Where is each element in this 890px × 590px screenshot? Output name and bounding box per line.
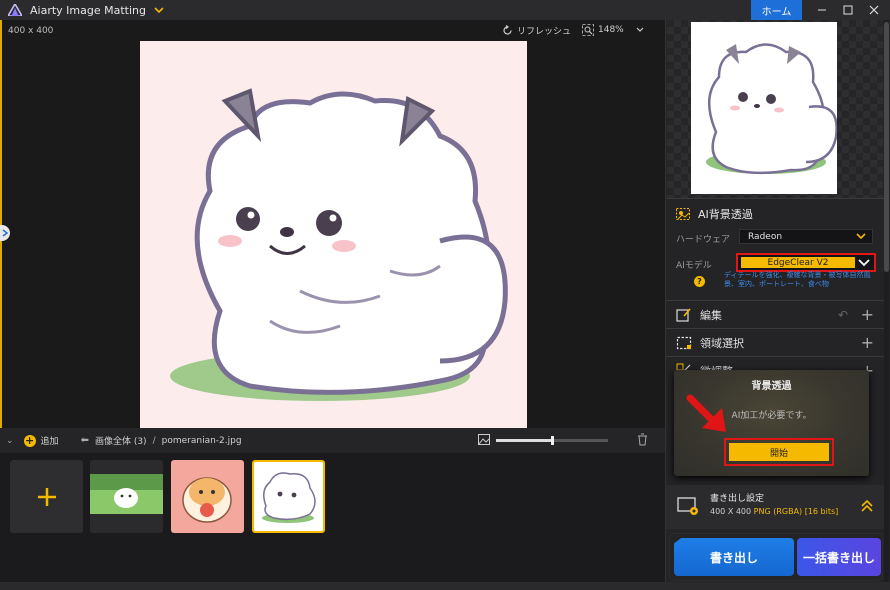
app-title: Aiarty Image Matting — [30, 3, 146, 17]
chevron-up-double-icon[interactable] — [860, 499, 874, 513]
plus-icon — [37, 487, 56, 506]
chevron-down-icon — [636, 27, 644, 32]
image-size-icon — [478, 434, 490, 445]
model-highlight: EdgeClear V2 — [736, 253, 876, 272]
ai-section-title: AI背景透過 — [698, 208, 753, 221]
app-logo-icon — [8, 4, 22, 16]
refresh-icon — [503, 25, 512, 35]
breadcrumb-current-file: pomeranian-2.jpg — [161, 435, 242, 446]
slider-fill — [496, 439, 552, 442]
maximize-icon[interactable] — [834, 0, 862, 20]
hardware-value: Radeon — [748, 231, 783, 242]
add-image-button[interactable] — [10, 460, 83, 533]
right-panel: AI背景透過 ハードウェア Radeon AIモデル EdgeClear V2 … — [665, 20, 890, 590]
ai-matting-icon — [676, 208, 690, 220]
thumbnail-image-2[interactable] — [171, 460, 244, 533]
refresh-button[interactable]: リフレッシュ — [502, 24, 571, 37]
start-highlight: 開始 — [724, 438, 834, 466]
hardware-label: ハードウェア — [676, 235, 731, 245]
export-settings[interactable]: 書き出し設定 400 X 400 PNG (RGBA) [16 bits] — [666, 485, 884, 529]
export-button[interactable]: 書き出し — [674, 538, 794, 576]
plus-icon[interactable]: + — [861, 333, 874, 352]
refresh-label: リフレッシュ — [517, 27, 572, 37]
export-settings-icon — [677, 497, 698, 515]
chevron-down-icon — [856, 233, 866, 240]
thumbnail-image-1[interactable] — [90, 460, 163, 533]
image-canvas-area: 400 x 400 リフレッシュ 148% — [0, 20, 665, 428]
model-select[interactable]: EdgeClear V2 — [741, 257, 855, 268]
main-image — [140, 41, 527, 428]
zoom-control[interactable]: 148% — [582, 24, 644, 36]
annotation-arrow-icon — [686, 394, 726, 432]
file-bar: ⌄ + 追加 ⬅ 画像全体 (3) / pomeranian-2.jpg — [0, 428, 665, 453]
section-edit-label: 編集 — [700, 308, 722, 322]
start-button[interactable]: 開始 — [729, 443, 829, 461]
trash-icon[interactable] — [637, 433, 648, 446]
preview-image — [691, 22, 837, 194]
slider-handle[interactable] — [551, 436, 554, 445]
panel-scrollbar[interactable] — [884, 20, 889, 590]
undo-icon[interactable]: ↶ — [838, 308, 848, 322]
close-icon[interactable] — [860, 0, 888, 20]
sidebar-toggle-icon[interactable] — [0, 225, 10, 241]
home-button[interactable]: ホーム — [751, 0, 802, 20]
zoom-level: 148% — [598, 25, 624, 35]
help-icon[interactable]: ? — [694, 276, 705, 287]
add-label[interactable]: 追加 — [41, 434, 59, 447]
ai-section-header: AI背景透過 — [676, 206, 753, 222]
app-window: Aiarty Image Matting ホーム 400 x 400 リフレッシ… — [0, 0, 890, 590]
preview-area — [667, 20, 883, 198]
section-selection-label: 領域選択 — [700, 336, 744, 350]
selection-icon — [676, 336, 692, 349]
thumbnail-strip — [0, 453, 665, 582]
ai-matting-section: AI背景透過 ハードウェア Radeon AIモデル EdgeClear V2 … — [666, 198, 884, 300]
chevron-down-icon[interactable] — [154, 5, 164, 15]
hardware-select[interactable]: Radeon — [739, 229, 873, 244]
thumbnail-size-slider[interactable] — [496, 436, 608, 445]
title-bar: Aiarty Image Matting ホーム — [0, 0, 890, 20]
edit-icon — [676, 307, 691, 322]
plus-icon[interactable]: + — [861, 305, 874, 324]
model-label: AIモデル — [676, 261, 712, 271]
matting-required-popup: 背景透過 AI加工が必要です。 開始 — [674, 370, 869, 476]
chevron-down-icon[interactable] — [858, 258, 870, 267]
export-size: 400 X 400 — [710, 507, 752, 516]
pomeranian-preview — [706, 43, 837, 175]
thumbnail-image-3[interactable] — [252, 460, 325, 533]
model-description[interactable]: ディテールを強化、複雑な背景・被写体自然風景、室内、ポートレート、食べ物 — [724, 271, 879, 289]
export-settings-title: 書き出し設定 — [710, 494, 765, 504]
export-settings-info: 400 X 400 PNG (RGBA) [16 bits] — [710, 507, 838, 516]
minimize-icon[interactable] — [808, 0, 836, 20]
image-dimensions: 400 x 400 — [8, 26, 54, 36]
batch-export-button[interactable]: 一括書き出し — [797, 538, 881, 576]
export-format: PNG (RGBA) [16 bits] — [753, 507, 839, 516]
back-arrow-icon[interactable]: ⬅ — [81, 435, 89, 446]
breadcrumb-separator: / — [152, 435, 156, 446]
popup-title: 背景透過 — [751, 381, 792, 392]
status-strip — [0, 582, 890, 590]
section-selection[interactable]: 領域選択 + — [666, 328, 884, 356]
breadcrumb-all-images[interactable]: 画像全体 (3) — [95, 434, 147, 447]
pomeranian-illustration — [170, 88, 508, 401]
add-icon[interactable]: + — [23, 434, 36, 447]
section-edit[interactable]: 編集 ↶ + — [666, 300, 884, 328]
collapse-icon[interactable]: ⌄ — [6, 436, 14, 446]
zoom-icon — [582, 24, 594, 36]
